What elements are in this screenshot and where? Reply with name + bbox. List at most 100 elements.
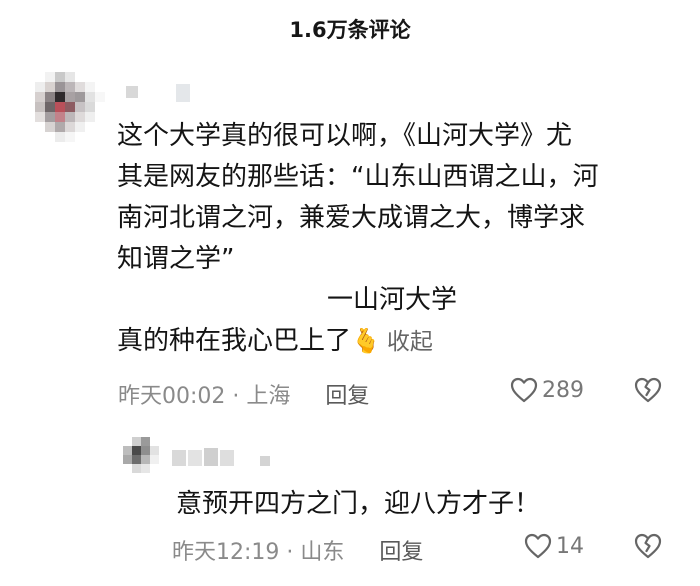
reply-username-blurred[interactable]	[172, 446, 282, 470]
avatar-pixel	[95, 102, 105, 112]
avatar-pixel	[95, 122, 105, 132]
reply-time: 昨天12:19	[172, 540, 280, 565]
heart-outline-icon	[510, 377, 538, 403]
avatar-pixel	[55, 132, 65, 142]
avatar-pixel	[75, 102, 85, 112]
avatar-pixel	[45, 72, 55, 82]
broken-heart-icon	[634, 533, 662, 559]
finger-heart-emoji: 🫰	[351, 327, 381, 355]
comment-line: 这个大学真的很可以啊，《山河大学》尤	[117, 121, 573, 151]
avatar-pixel	[35, 72, 45, 82]
avatar-pixel	[141, 446, 150, 455]
avatar-pixel	[45, 102, 55, 112]
avatar-pixel	[123, 446, 132, 455]
avatar-pixel	[123, 464, 132, 473]
avatar-pixel	[55, 102, 65, 112]
avatar-pixel	[55, 122, 65, 132]
avatar-pixel	[95, 82, 105, 92]
avatar-pixel	[85, 132, 95, 142]
like-count: 289	[542, 377, 584, 403]
comment-line: 真的种在我心巴上了	[117, 326, 352, 356]
avatar-pixel	[95, 72, 105, 82]
avatar-pixel	[75, 72, 85, 82]
collapse-link[interactable]: 收起	[387, 329, 433, 355]
avatar-pixel	[45, 132, 55, 142]
comment-meta: 昨天00:02 · 上海 回复	[118, 378, 369, 410]
reply-body: 意预开四方之门，迎八方才子！	[176, 489, 541, 519]
avatar-pixel	[35, 122, 45, 132]
avatar-pixel	[132, 446, 141, 455]
comment-line: 知谓之学”	[117, 244, 235, 274]
avatar-pixel	[132, 464, 141, 473]
avatar-pixel	[75, 132, 85, 142]
avatar[interactable]	[35, 72, 105, 142]
meta-separator: ·	[232, 384, 240, 409]
like-button[interactable]: 289	[510, 377, 584, 403]
reply-location: 山东	[300, 540, 345, 565]
comment-body: 这个大学真的很可以啊，《山河大学》尤 其是网友的那些话：“山东山西谓之山，河 南…	[117, 116, 672, 363]
avatar-pixel	[85, 102, 95, 112]
avatar-pixel	[85, 122, 95, 132]
heart-outline-icon	[524, 533, 552, 559]
avatar-pixel	[141, 437, 150, 446]
broken-heart-icon	[634, 377, 662, 403]
avatar-pixel	[65, 132, 75, 142]
avatar-pixel	[132, 455, 141, 464]
avatar-pixel	[85, 112, 95, 122]
avatar-pixel	[85, 82, 95, 92]
avatar-pixel	[95, 112, 105, 122]
avatar-pixel	[55, 82, 65, 92]
avatar-pixel	[123, 437, 132, 446]
reply-avatar[interactable]	[123, 437, 159, 473]
avatar-pixel	[35, 132, 45, 142]
avatar-pixel	[55, 72, 65, 82]
avatar-pixel	[123, 455, 132, 464]
avatar-pixel	[45, 92, 55, 102]
avatar-pixel	[65, 92, 75, 102]
reply-like-count: 14	[556, 533, 584, 559]
reply-dislike-button[interactable]	[634, 533, 662, 559]
comment-line: 一山河大学	[327, 285, 458, 315]
avatar-pixel	[65, 82, 75, 92]
avatar-pixel	[55, 112, 65, 122]
avatar-pixel	[141, 455, 150, 464]
avatar-pixel	[65, 122, 75, 132]
avatar-pixel	[75, 92, 85, 102]
avatar-pixel	[85, 72, 95, 82]
avatar-pixel	[150, 464, 159, 473]
comment-location: 上海	[246, 384, 291, 409]
avatar-pixel	[45, 82, 55, 92]
avatar-pixel	[150, 437, 159, 446]
avatar-pixel	[65, 112, 75, 122]
reply-button[interactable]: 回复	[325, 384, 369, 409]
avatar-pixel	[65, 72, 75, 82]
username-blurred[interactable]	[118, 78, 208, 106]
avatar-pixel	[150, 446, 159, 455]
avatar-pixel	[75, 82, 85, 92]
avatar-pixel	[75, 122, 85, 132]
avatar-pixel	[35, 82, 45, 92]
avatar-pixel	[65, 102, 75, 112]
reply-button[interactable]: 回复	[379, 540, 423, 565]
avatar-pixel	[95, 92, 105, 102]
comment-line: 其是网友的那些话：“山东山西谓之山，河	[117, 162, 599, 192]
avatar-pixel	[85, 92, 95, 102]
avatar-pixel	[35, 112, 45, 122]
avatar-pixel	[95, 132, 105, 142]
avatar-pixel	[45, 112, 55, 122]
avatar-pixel	[55, 92, 65, 102]
dislike-button[interactable]	[634, 377, 662, 403]
avatar-pixel	[141, 464, 150, 473]
avatar-pixel	[35, 102, 45, 112]
avatar-pixel	[35, 92, 45, 102]
comment-time: 昨天00:02	[118, 384, 226, 409]
reply-like-button[interactable]: 14	[524, 533, 584, 559]
avatar-pixel	[150, 455, 159, 464]
avatar-pixel	[75, 112, 85, 122]
comment-last-line: 真的种在我心巴上了🫰 收起	[117, 321, 672, 363]
meta-separator: ·	[286, 540, 294, 565]
avatar-pixel	[132, 437, 141, 446]
comment-line: 南河北谓之河，兼爱大成谓之大，博学求	[117, 203, 586, 233]
comments-count-title: 1.6万条评论	[289, 18, 411, 42]
reply-meta: 昨天12:19 · 山东 回复	[172, 534, 423, 566]
